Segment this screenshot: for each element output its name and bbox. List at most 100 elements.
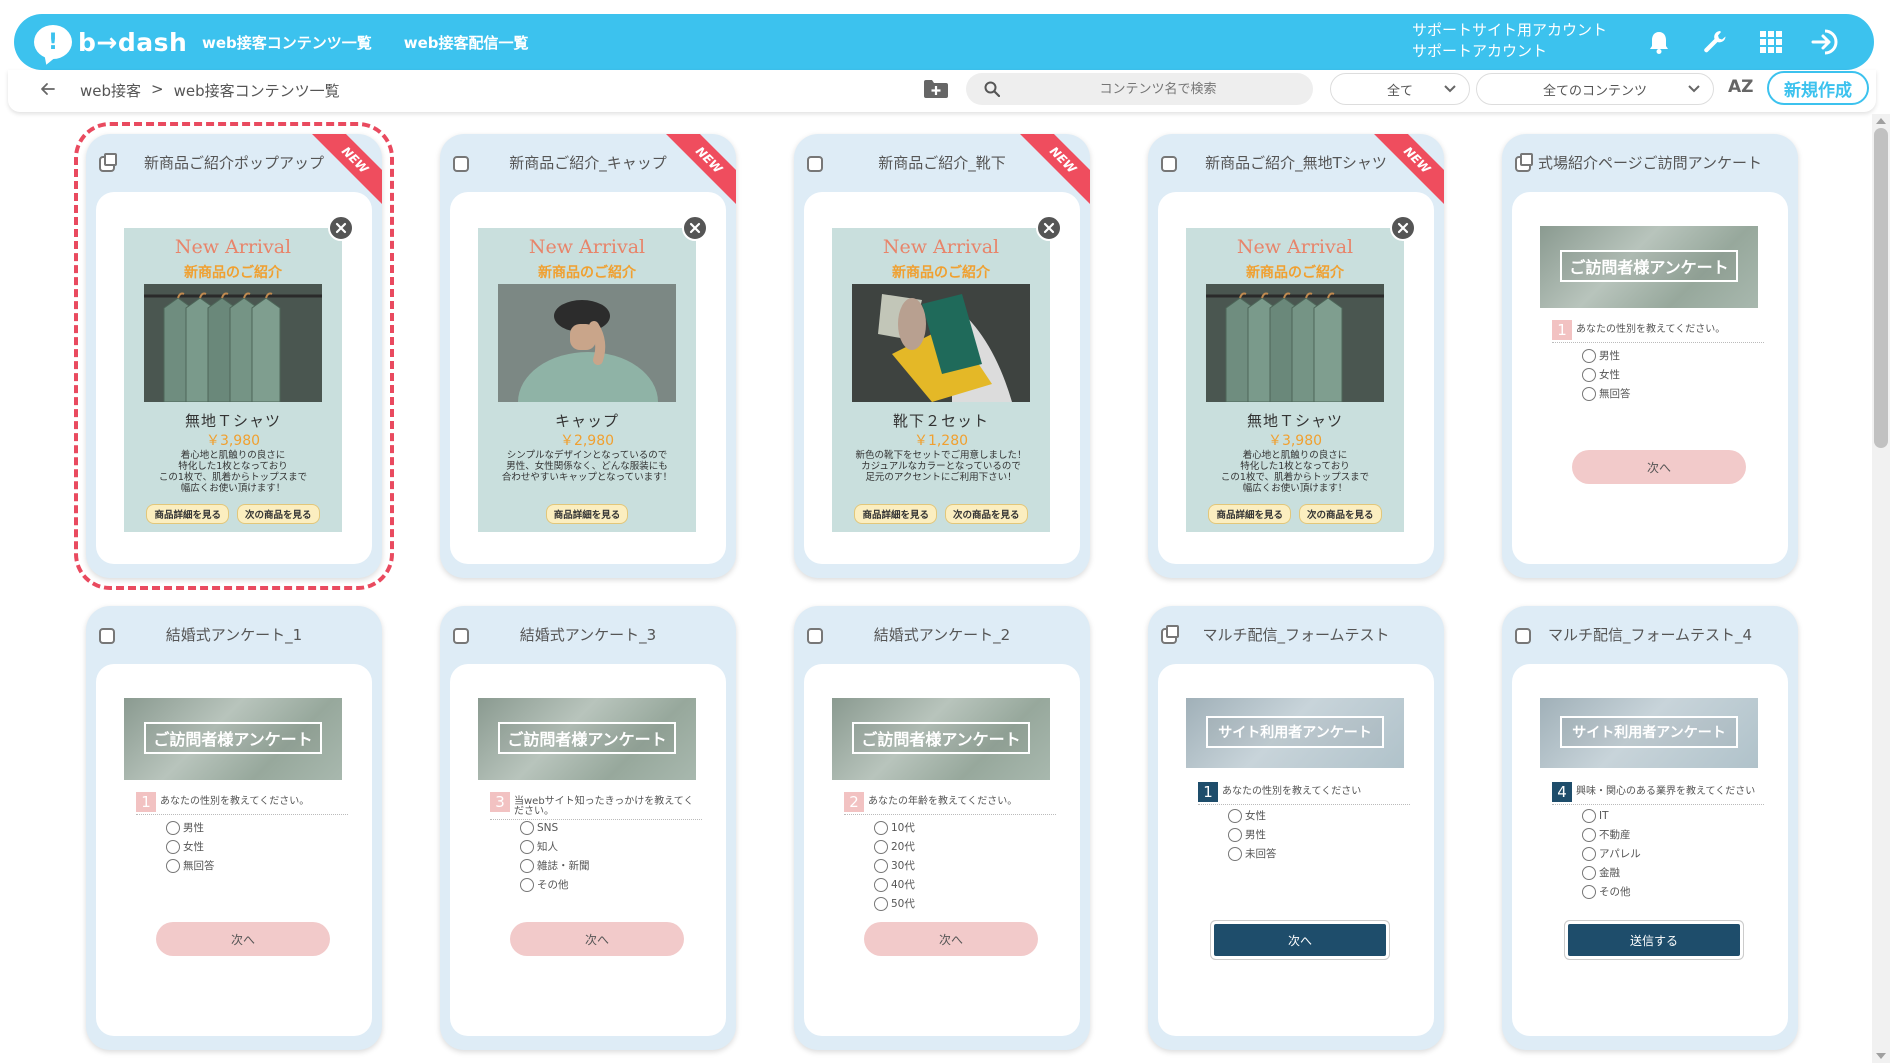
add-folder-icon[interactable] xyxy=(923,78,949,100)
radio-button[interactable] xyxy=(874,839,888,854)
filter-content-select[interactable]: 全てのコンテンツ xyxy=(1476,73,1714,105)
survey-option[interactable]: SNS xyxy=(520,818,590,837)
content-card[interactable]: 式場紹介ページご訪問アンケート ご訪問者様アンケート 1 あなたの性別を教えてください… xyxy=(1502,134,1798,578)
back-arrow-icon[interactable] xyxy=(38,79,58,99)
survey-next-button[interactable]: 次へ xyxy=(1214,924,1386,956)
next-product-button[interactable]: 次の商品を見る xyxy=(945,504,1028,524)
content-card[interactable]: 新商品ご紹介_靴下 NEW New Arrival 新商品のご紹介 靴下２セット ￥1,2… xyxy=(794,134,1090,578)
survey-banner-title: ご訪問者様アンケート xyxy=(144,722,322,754)
radio-button[interactable] xyxy=(1582,348,1596,363)
survey-options: 男性 女性 無回答 xyxy=(166,818,215,875)
content-card[interactable]: 新商品ご紹介ポップアップ NEW New Arrival 新商品のご紹介 無地Ｔシャツ ￥… xyxy=(74,122,394,590)
content-card[interactable]: 結婚式アンケート_2 ご訪問者様アンケート 2 あなたの年齢を教えてください。 10代 2… xyxy=(794,606,1090,1050)
radio-button[interactable] xyxy=(520,839,534,854)
radio-button[interactable] xyxy=(166,820,180,835)
account-info[interactable]: サポートサイト用アカウント サポートアカウント xyxy=(1412,20,1607,62)
question-number: 1 xyxy=(136,792,156,812)
survey-next-button[interactable]: 送信する xyxy=(1568,924,1740,956)
survey-banner: サイト利用者アンケート xyxy=(1186,698,1404,768)
radio-button[interactable] xyxy=(166,858,180,873)
survey-option[interactable]: 男性 xyxy=(1582,346,1631,365)
radio-button[interactable] xyxy=(520,858,534,873)
logout-icon[interactable] xyxy=(1807,22,1847,62)
survey-option[interactable]: 男性 xyxy=(166,818,215,837)
radio-button[interactable] xyxy=(1582,865,1596,880)
product-detail-button[interactable]: 商品詳細を見る xyxy=(146,504,229,524)
option-label: 金融 xyxy=(1599,867,1620,879)
nav-web-delivery-list[interactable]: web接客配信一覧 xyxy=(404,32,529,53)
survey-option[interactable]: 女性 xyxy=(1582,365,1631,384)
scroll-down-arrow[interactable] xyxy=(1876,1053,1886,1059)
wrench-icon[interactable] xyxy=(1695,22,1735,62)
page-scrollbar[interactable] xyxy=(1872,114,1890,1063)
scroll-up-arrow[interactable] xyxy=(1876,118,1886,124)
search-input[interactable] xyxy=(1018,73,1298,105)
survey-option[interactable]: 40代 xyxy=(874,875,915,894)
survey-option[interactable]: アパレル xyxy=(1582,844,1641,863)
create-new-button[interactable]: 新規作成 xyxy=(1767,71,1869,105)
radio-button[interactable] xyxy=(874,877,888,892)
bell-icon[interactable] xyxy=(1639,22,1679,62)
sort-az-button[interactable]: AZ xyxy=(1728,77,1753,97)
survey-option[interactable]: 不動産 xyxy=(1582,825,1641,844)
radio-button[interactable] xyxy=(1582,846,1596,861)
scroll-thumb[interactable] xyxy=(1874,128,1888,448)
survey-option[interactable]: その他 xyxy=(1582,882,1641,901)
next-product-button[interactable]: 次の商品を見る xyxy=(237,504,320,524)
card-preview: ご訪問者様アンケート 2 あなたの年齢を教えてください。 10代 20代 30代 40代 50… xyxy=(804,664,1080,1036)
app-grid-icon[interactable] xyxy=(1751,22,1791,62)
survey-option[interactable]: 無回答 xyxy=(1582,384,1631,403)
radio-button[interactable] xyxy=(1228,808,1242,823)
survey-option[interactable]: 未回答 xyxy=(1228,844,1277,863)
survey-option[interactable]: 50代 xyxy=(874,894,915,913)
survey-option[interactable]: 10代 xyxy=(874,818,915,837)
radio-button[interactable] xyxy=(1582,884,1596,899)
survey-option[interactable]: 男性 xyxy=(1228,825,1277,844)
product-detail-button[interactable]: 商品詳細を見る xyxy=(854,504,937,524)
option-label: 不動産 xyxy=(1599,829,1631,841)
content-card[interactable]: マルチ配信_フォームテスト サイト利用者アンケート 1 あなたの性別を教えてください女… xyxy=(1148,606,1444,1050)
radio-button[interactable] xyxy=(1228,846,1242,861)
radio-button[interactable] xyxy=(874,896,888,911)
radio-button[interactable] xyxy=(520,820,534,835)
question-text: あなたの性別を教えてください。 xyxy=(1576,324,1726,335)
survey-option[interactable]: 30代 xyxy=(874,856,915,875)
next-product-button[interactable]: 次の商品を見る xyxy=(1299,504,1382,524)
survey-next-button[interactable]: 次へ xyxy=(510,922,684,956)
filter-status-select[interactable]: 全て xyxy=(1330,73,1470,105)
survey-option[interactable]: 無回答 xyxy=(166,856,215,875)
radio-button[interactable] xyxy=(1582,827,1596,842)
question-text: 興味・関心のある業界を教えてください xyxy=(1576,786,1756,797)
product-detail-button[interactable]: 商品詳細を見る xyxy=(545,504,629,524)
survey-option[interactable]: 女性 xyxy=(1228,806,1277,825)
content-card[interactable]: 結婚式アンケート_3 ご訪問者様アンケート 3 当webサイト知ったきっかけを教えてく… xyxy=(440,606,736,1050)
radio-button[interactable] xyxy=(874,858,888,873)
content-card[interactable]: 新商品ご紹介_無地Tシャツ NEW New Arrival 新商品のご紹介 無地Ｔシャツ… xyxy=(1148,134,1444,578)
radio-button[interactable] xyxy=(874,820,888,835)
survey-option[interactable]: その他 xyxy=(520,875,590,894)
content-card[interactable]: 新商品ご紹介_キャップ NEW New Arrival 新商品のご紹介 キャップ ￥2,9… xyxy=(440,134,736,578)
radio-button[interactable] xyxy=(1582,808,1596,823)
radio-button[interactable] xyxy=(1228,827,1242,842)
survey-next-button[interactable]: 次へ xyxy=(864,922,1038,956)
breadcrumb-root[interactable]: web接客 xyxy=(80,80,141,101)
content-card[interactable]: 結婚式アンケート_1 ご訪問者様アンケート 1 あなたの性別を教えてください。 男性 女性… xyxy=(86,606,382,1050)
survey-option[interactable]: 女性 xyxy=(166,837,215,856)
survey-option[interactable]: IT xyxy=(1582,806,1641,825)
bdash-logo[interactable]: ! b→dash xyxy=(34,23,187,61)
survey-option[interactable]: 雑誌・新聞 xyxy=(520,856,590,875)
radio-button[interactable] xyxy=(1582,367,1596,382)
card-preview: ご訪問者様アンケート 1 あなたの性別を教えてください。 男性 女性 無回答 次へ xyxy=(1512,192,1788,564)
product-detail-button[interactable]: 商品詳細を見る xyxy=(1208,504,1291,524)
survey-next-button[interactable]: 次へ xyxy=(1572,450,1746,484)
radio-button[interactable] xyxy=(520,877,534,892)
survey-banner-title: ご訪問者様アンケート xyxy=(852,722,1030,754)
content-card[interactable]: マルチ配信_フォームテスト_4 サイト利用者アンケート 4 興味・関心のある業界を教え… xyxy=(1502,606,1798,1050)
survey-option[interactable]: 20代 xyxy=(874,837,915,856)
survey-option[interactable]: 金融 xyxy=(1582,863,1641,882)
survey-option[interactable]: 知人 xyxy=(520,837,590,856)
radio-button[interactable] xyxy=(166,839,180,854)
nav-web-content-list[interactable]: web接客コンテンツ一覧 xyxy=(202,32,372,53)
survey-next-button[interactable]: 次へ xyxy=(156,922,330,956)
radio-button[interactable] xyxy=(1582,386,1596,401)
